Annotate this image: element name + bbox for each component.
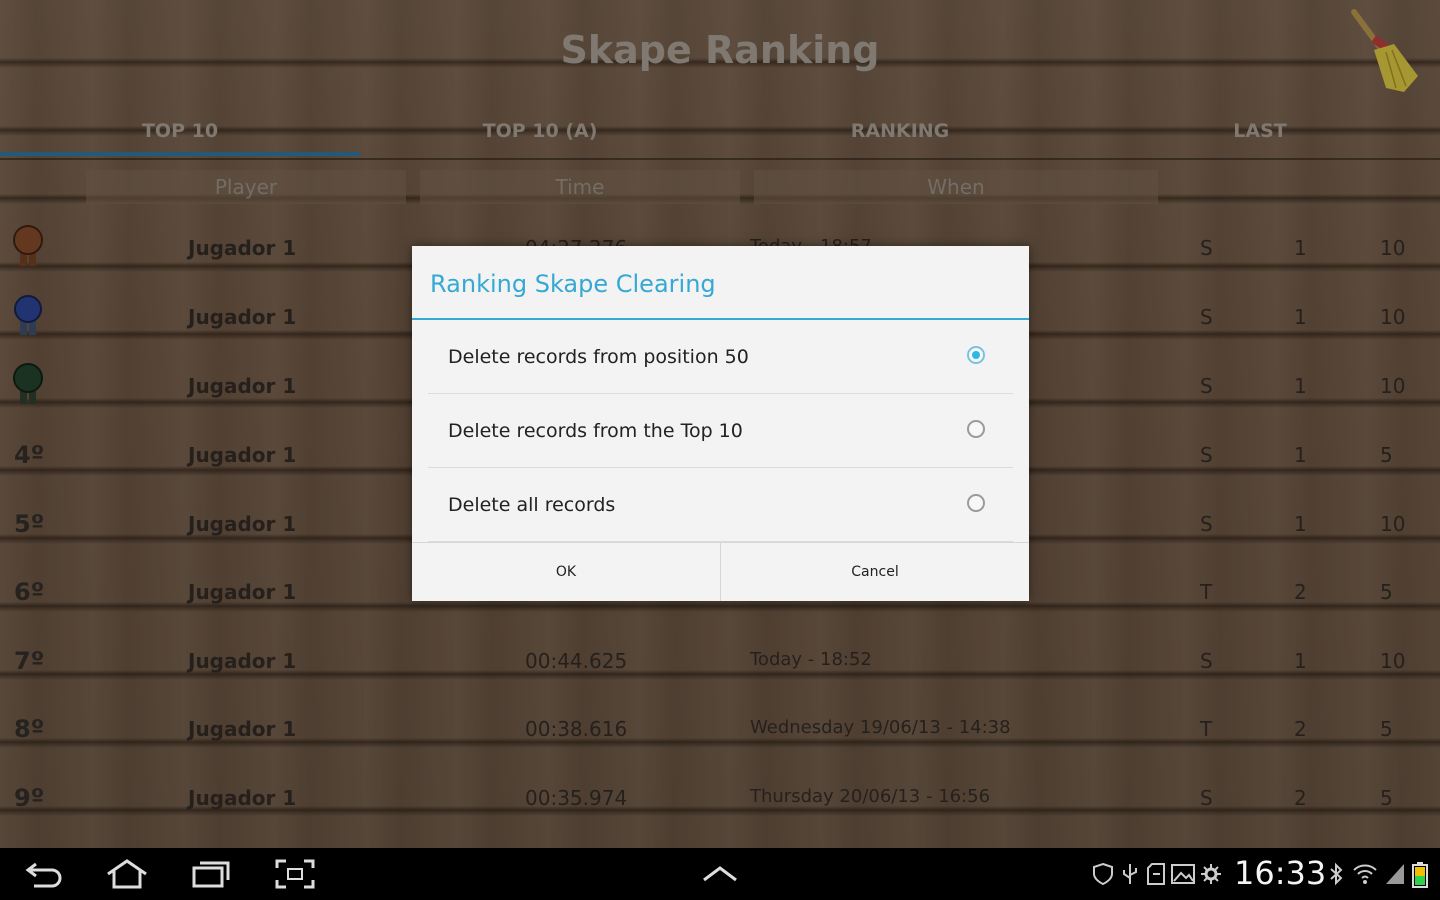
mode-value: T [1200, 717, 1213, 741]
clear-ranking-dialog: Ranking Skape Clearing Delete records fr… [412, 246, 1029, 601]
time-value: 00:44.625 [525, 649, 628, 673]
option-delete-from-position-50[interactable]: Delete records from position 50 [428, 320, 1013, 394]
table-row[interactable]: 8º Jugador 1 00:38.616 Wednesday 19/06/1… [0, 697, 1440, 765]
count-value: 10 [1380, 374, 1406, 398]
option-delete-all[interactable]: Delete all records [428, 468, 1013, 542]
time-value: 00:38.616 [525, 717, 628, 741]
radio-button-selected[interactable] [967, 346, 985, 364]
usb-icon [1123, 864, 1137, 884]
blue-medal-icon [14, 295, 42, 335]
mode-value: S [1200, 443, 1213, 467]
rank-position: 8º [14, 715, 45, 743]
bronze-medal-icon [13, 225, 43, 266]
rank-position: 5º [14, 510, 45, 538]
recent-apps-icon[interactable] [190, 858, 232, 890]
image-icon [1171, 864, 1195, 884]
home-icon[interactable] [104, 858, 150, 890]
option-label: Delete records from the Top 10 [448, 420, 743, 442]
mode-value: S [1200, 374, 1213, 398]
player-name: Jugador 1 [188, 717, 297, 741]
count-value: 5 [1380, 717, 1393, 741]
table-row[interactable]: 7º Jugador 1 00:44.625 Today - 18:52 S 1… [0, 629, 1440, 697]
count-value: 10 [1380, 649, 1406, 673]
count-value: 10 [1380, 236, 1406, 260]
level-value: 2 [1294, 786, 1307, 810]
level-value: 1 [1294, 236, 1307, 260]
back-icon[interactable] [24, 858, 64, 890]
dialog-button-bar: OK Cancel [412, 542, 1029, 601]
rank-position: 9º [14, 784, 45, 812]
wifi-icon [1353, 864, 1377, 884]
mode-value: S [1200, 305, 1213, 329]
level-value: 1 [1294, 443, 1307, 467]
radio-button[interactable] [967, 494, 985, 512]
signal-icon [1386, 864, 1404, 884]
mode-value: S [1200, 512, 1213, 536]
column-header-when: When [754, 170, 1158, 204]
level-value: 2 [1294, 580, 1307, 604]
rank-position: 4º [14, 441, 45, 469]
level-value: 2 [1294, 717, 1307, 741]
up-chevron-icon[interactable] [700, 864, 740, 884]
tab-divider [0, 158, 1440, 160]
count-value: 10 [1380, 512, 1406, 536]
count-value: 5 [1380, 580, 1393, 604]
player-name: Jugador 1 [188, 786, 297, 810]
tab-top10-a[interactable]: TOP 10 (A) [360, 110, 720, 158]
level-value: 1 [1294, 649, 1307, 673]
player-name: Jugador 1 [188, 443, 297, 467]
count-value: 5 [1380, 443, 1393, 467]
shield-icon [1093, 862, 1113, 886]
when-value: Today - 18:52 [750, 649, 872, 670]
column-header-player: Player [86, 170, 406, 204]
option-label: Delete records from position 50 [448, 346, 749, 368]
tab-top10[interactable]: TOP 10 [0, 110, 360, 158]
time-value: 00:35.974 [525, 786, 628, 810]
tab-bar: TOP 10 TOP 10 (A) RANKING LAST [0, 110, 1440, 158]
level-value: 1 [1294, 512, 1307, 536]
mode-value: S [1200, 236, 1213, 260]
radio-button[interactable] [967, 420, 985, 438]
when-value: Thursday 20/06/13 - 16:56 [750, 786, 991, 807]
option-delete-top-10[interactable]: Delete records from the Top 10 [428, 394, 1013, 468]
broom-icon[interactable] [1338, 6, 1422, 94]
battery-icon [1412, 862, 1428, 888]
ok-button[interactable]: OK [412, 543, 720, 601]
column-header-time: Time [420, 170, 740, 204]
option-label: Delete all records [448, 494, 616, 516]
green-medal-icon [13, 363, 43, 404]
count-value: 10 [1380, 305, 1406, 329]
player-name: Jugador 1 [188, 236, 297, 260]
status-clock: 16:33 [1234, 854, 1327, 892]
level-value: 1 [1294, 374, 1307, 398]
table-row[interactable]: 9º Jugador 1 00:35.974 Thursday 20/06/13… [0, 766, 1440, 834]
player-name: Jugador 1 [188, 374, 297, 398]
player-name: Jugador 1 [188, 649, 297, 673]
mode-value: S [1200, 649, 1213, 673]
player-name: Jugador 1 [188, 580, 297, 604]
system-navigation-bar: 16:33 [0, 848, 1440, 900]
tab-last[interactable]: LAST [1080, 110, 1440, 158]
cancel-button[interactable]: Cancel [720, 543, 1029, 601]
settings-icon [1201, 864, 1221, 884]
dialog-title: Ranking Skape Clearing [430, 270, 716, 298]
page-title: Skape Ranking [560, 28, 880, 72]
level-value: 1 [1294, 305, 1307, 329]
player-name: Jugador 1 [188, 512, 297, 536]
tab-ranking[interactable]: RANKING [720, 110, 1080, 158]
count-value: 5 [1380, 786, 1393, 810]
rank-position: 6º [14, 578, 45, 606]
sd-card-icon [1147, 863, 1165, 885]
when-value: Wednesday 19/06/13 - 14:38 [750, 717, 1011, 738]
rank-position: 7º [14, 647, 45, 675]
mode-value: S [1200, 786, 1213, 810]
player-name: Jugador 1 [188, 305, 297, 329]
mode-value: T [1200, 580, 1213, 604]
screenshot-icon[interactable] [274, 858, 316, 890]
bluetooth-icon [1330, 862, 1343, 886]
